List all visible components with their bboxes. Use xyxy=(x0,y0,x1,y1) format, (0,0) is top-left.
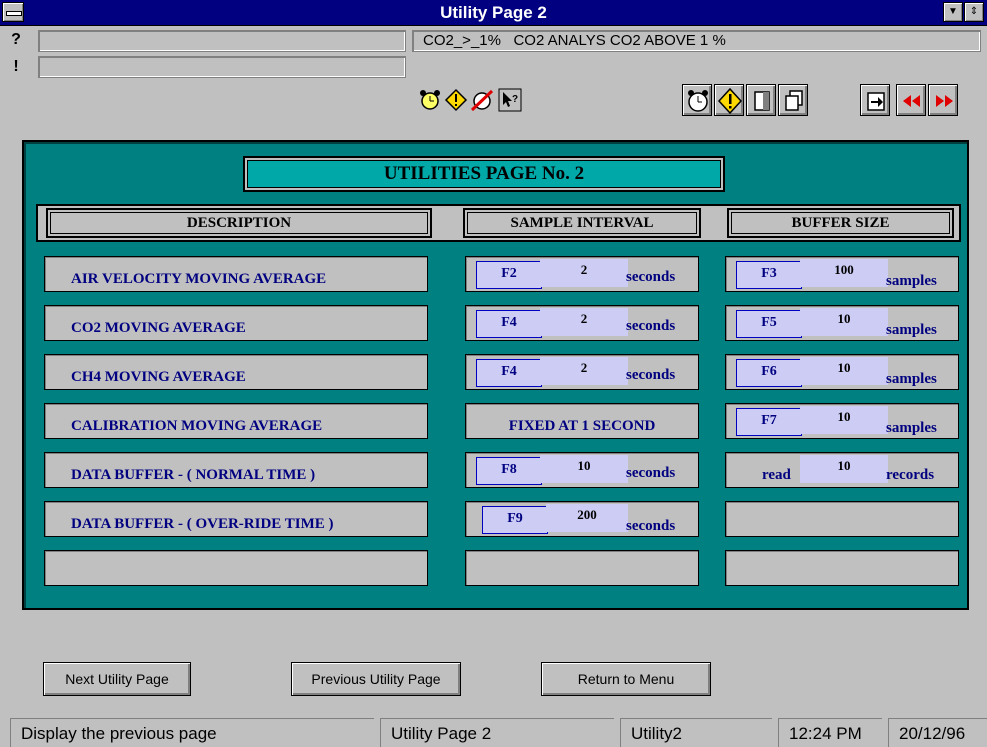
buffer-prefix: read xyxy=(762,467,791,483)
svg-text:?: ? xyxy=(512,94,518,105)
row-description-text: AIR VELOCITY MOVING AVERAGE xyxy=(71,271,327,287)
clock-icon[interactable] xyxy=(682,84,712,116)
help-message-field xyxy=(38,30,406,52)
buffer-unit: records xyxy=(886,467,935,483)
interval-key-button[interactable]: F9 xyxy=(482,506,548,534)
interval-key-button[interactable]: F8 xyxy=(476,457,542,485)
interval-key-button[interactable]: F4 xyxy=(476,359,542,387)
status-time: 12:24 PM xyxy=(778,718,882,747)
buffer-value[interactable]: 10 xyxy=(800,308,888,336)
help-icon: ? xyxy=(11,31,21,48)
column-header-buffer: BUFFER SIZE xyxy=(727,208,954,238)
interval-unit: seconds xyxy=(626,518,676,534)
row-description: CALIBRATION MOVING AVERAGE xyxy=(44,403,428,439)
interval-cell: F8 10 seconds xyxy=(465,452,699,488)
row-description: AIR VELOCITY MOVING AVERAGE xyxy=(44,256,428,292)
rewind-icon[interactable] xyxy=(896,84,926,116)
buffer-cell xyxy=(725,501,959,537)
interval-value[interactable]: 2 xyxy=(540,357,628,385)
status-date: 20/12/96 xyxy=(888,718,987,747)
buffer-value[interactable]: 10 xyxy=(800,406,888,434)
buffer-cell xyxy=(725,550,959,586)
row-description-text: CO2 MOVING AVERAGE xyxy=(71,320,246,336)
interval-unit: seconds xyxy=(626,318,676,334)
buffer-key-button[interactable]: F7 xyxy=(736,408,802,436)
window-title: Utility Page 2 xyxy=(440,3,547,22)
row-description xyxy=(44,550,428,586)
interval-cell: FIXED AT 1 SECOND xyxy=(465,403,699,439)
buffer-key-button[interactable]: F5 xyxy=(736,310,802,338)
interval-value[interactable]: 2 xyxy=(540,259,628,287)
buffer-unit: samples xyxy=(886,371,937,387)
maximize-button[interactable]: ⇕ xyxy=(964,2,984,22)
help-pointer-icon[interactable]: ? xyxy=(498,88,522,112)
acknowledge-icon[interactable] xyxy=(714,84,744,116)
buffer-cell: F3 100 samples xyxy=(725,256,959,292)
alarm-message-field: CO2_>_1% CO2 ANALYS CO2 ABOVE 1 % xyxy=(412,30,981,52)
buffer-key-button[interactable]: F6 xyxy=(736,359,802,387)
interval-cell: F9 200 seconds xyxy=(465,501,699,537)
return-to-menu-button[interactable]: Return to Menu xyxy=(541,662,711,696)
next-utility-page-button[interactable]: Next Utility Page xyxy=(43,662,191,696)
page-icon[interactable] xyxy=(746,84,776,116)
previous-utility-page-button[interactable]: Previous Utility Page xyxy=(291,662,461,696)
row-description: CH4 MOVING AVERAGE xyxy=(44,354,428,390)
buffer-key-button[interactable]: F3 xyxy=(736,261,802,289)
interval-key-button[interactable]: F4 xyxy=(476,310,542,338)
panel-heading: UTILITIES PAGE No. 2 xyxy=(243,156,725,192)
interval-unit: seconds xyxy=(626,269,676,285)
buffer-cell: F6 10 samples xyxy=(725,354,959,390)
column-header-description: DESCRIPTION xyxy=(46,208,432,238)
interval-unit: seconds xyxy=(626,367,676,383)
warning-row-icon: ! xyxy=(13,58,19,75)
buffer-cell: read 10 records xyxy=(725,452,959,488)
interval-cell xyxy=(465,550,699,586)
warning-icon[interactable] xyxy=(444,88,468,112)
warning-message-field xyxy=(38,56,406,78)
interval-fixed-text: FIXED AT 1 SECOND xyxy=(508,418,656,434)
row-description-text: CH4 MOVING AVERAGE xyxy=(71,369,246,385)
buffer-value[interactable]: 10 xyxy=(800,357,888,385)
minimize-button[interactable]: ▼ xyxy=(943,2,963,22)
buffer-unit: samples xyxy=(886,273,937,289)
interval-cell: F2 2 seconds xyxy=(465,256,699,292)
interval-unit: seconds xyxy=(626,465,676,481)
buffer-unit: samples xyxy=(886,322,937,338)
buffer-unit: samples xyxy=(886,420,937,436)
column-header-interval: SAMPLE INTERVAL xyxy=(463,208,701,238)
no-alarm-icon[interactable] xyxy=(470,88,494,112)
buffer-value[interactable]: 100 xyxy=(800,259,888,287)
row-description-text: DATA BUFFER - ( OVER-RIDE TIME ) xyxy=(71,516,334,532)
row-description-text: CALIBRATION MOVING AVERAGE xyxy=(71,418,323,434)
row-description: DATA BUFFER - ( NORMAL TIME ) xyxy=(44,452,428,488)
interval-cell: F4 2 seconds xyxy=(465,305,699,341)
fast-forward-icon[interactable] xyxy=(928,84,958,116)
buffer-cell: F5 10 samples xyxy=(725,305,959,341)
interval-value[interactable]: 10 xyxy=(540,455,628,483)
interval-key-button[interactable]: F2 xyxy=(476,261,542,289)
interval-value[interactable]: 2 xyxy=(540,308,628,336)
alarm-clock-icon[interactable] xyxy=(418,88,442,112)
status-hint: Display the previous page xyxy=(10,718,374,747)
row-description: CO2 MOVING AVERAGE xyxy=(44,305,428,341)
row-description-text: DATA BUFFER - ( NORMAL TIME ) xyxy=(71,467,316,483)
export-icon[interactable] xyxy=(860,84,890,116)
panel-heading-text: UTILITIES PAGE No. 2 xyxy=(383,163,585,184)
copy-icon[interactable] xyxy=(778,84,808,116)
buffer-value[interactable]: 10 xyxy=(800,455,888,483)
interval-cell: F4 2 seconds xyxy=(465,354,699,390)
buffer-cell: F7 10 samples xyxy=(725,403,959,439)
status-page: Utility Page 2 xyxy=(380,718,614,747)
interval-value[interactable]: 200 xyxy=(546,504,628,532)
status-screen: Utility2 xyxy=(620,718,772,747)
row-description: DATA BUFFER - ( OVER-RIDE TIME ) xyxy=(44,501,428,537)
